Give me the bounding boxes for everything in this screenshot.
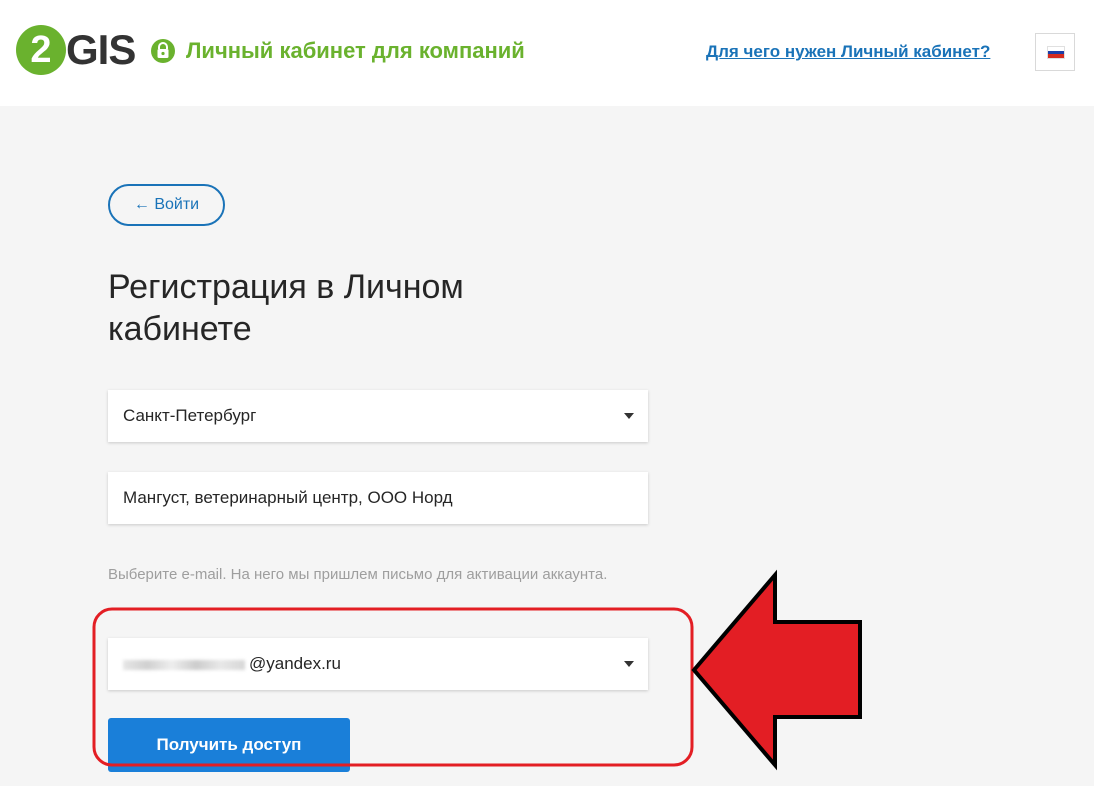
- cabinet-lock-icon: [151, 39, 175, 63]
- language-switch-button[interactable]: [1035, 33, 1075, 71]
- email-hint: Выберите e-mail. На него мы пришлем пись…: [108, 566, 608, 583]
- page-title: Регистрация в Личном кабинете: [108, 268, 464, 348]
- cabinet-title: Личный кабинет для компаний: [186, 38, 525, 63]
- logo-circle: 2: [16, 25, 66, 75]
- help-link[interactable]: Для чего нужен Личный кабинет?: [706, 40, 990, 64]
- get-access-button[interactable]: Получить доступ: [108, 718, 350, 772]
- company-value: Мангуст, ветеринарный центр, ООО Норд: [123, 488, 453, 507]
- russian-flag-icon: [1047, 46, 1065, 59]
- arrow-left-icon: [691, 569, 862, 771]
- email-value: @yandex.ru: [249, 654, 341, 673]
- city-value: Санкт-Петербург: [123, 406, 257, 425]
- chevron-down-icon: [624, 661, 634, 667]
- chevron-down-icon: [624, 413, 634, 419]
- logo-text: GIS: [66, 26, 136, 73]
- header: 2 GIS Личный кабинет для компаний Для че…: [0, 0, 1094, 106]
- redacted-email-prefix: [123, 659, 245, 670]
- 2gis-logo[interactable]: 2 GIS: [16, 25, 136, 77]
- email-select[interactable]: @yandex.ru: [108, 638, 648, 690]
- company-input[interactable]: Мангуст, ветеринарный центр, ООО Норд: [108, 472, 648, 524]
- back-login-button[interactable]: ← Войти: [108, 184, 225, 226]
- city-select[interactable]: Санкт-Петербург: [108, 390, 648, 442]
